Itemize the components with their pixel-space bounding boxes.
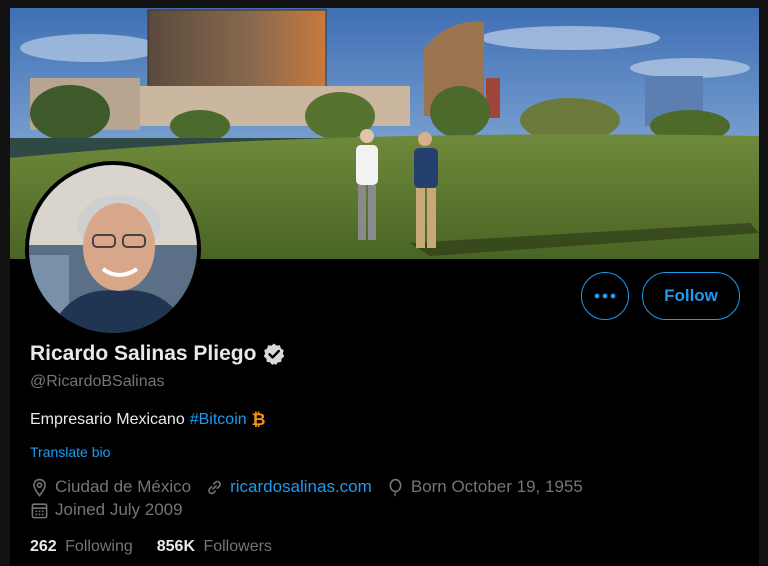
bitcoin-icon: ₿ [251, 410, 266, 429]
location-text: Ciudad de México [55, 477, 192, 496]
followers-link[interactable]: 856K Followers [157, 538, 272, 556]
more-dots-icon [594, 293, 616, 299]
name-row: Ricardo Salinas Pliego [30, 342, 286, 366]
verified-badge-icon [264, 343, 285, 365]
followers-count: 856K [156, 538, 195, 555]
website-link[interactable]: ricardosalinas.com [230, 477, 372, 497]
following-count: 262 [30, 538, 57, 555]
following-link[interactable]: 262 Following [30, 538, 133, 556]
translate-bio-link[interactable]: Translate bio [30, 444, 110, 460]
user-handle: @RicardoBSalinas [30, 373, 165, 390]
website-item: ricardosalinas.com [205, 477, 372, 497]
display-name: Ricardo Salinas Pliego [30, 342, 257, 365]
birthday-text: Born October 19, 1955 [410, 477, 583, 496]
follow-button[interactable]: Follow [642, 272, 740, 320]
following-label: Following [65, 538, 133, 555]
birthday-item: Born October 19, 1955 [386, 477, 583, 497]
bio-hashtag-link[interactable]: #Bitcoin [190, 411, 247, 429]
avatar-image [29, 165, 197, 333]
joined-item: Joined July 2009 [30, 500, 183, 520]
profile-page: Follow Ricardo Salinas Pliego @RicardoBS… [10, 8, 759, 566]
profile-meta-row-joined: Joined July 2009 [30, 500, 197, 520]
profile-avatar[interactable] [25, 161, 201, 337]
followers-label: Followers [203, 538, 272, 555]
profile-bio: Empresario Mexicano #Bitcoin ₿ [30, 410, 266, 430]
more-options-button[interactable] [581, 272, 629, 320]
profile-stats: 262 Following 856K Followers [30, 538, 296, 556]
bio-text: Empresario Mexicano [30, 411, 185, 428]
location-item: Ciudad de México [30, 477, 191, 497]
profile-meta-row: Ciudad de México ricardosalinas.com Born… [30, 477, 597, 497]
link-icon [208, 480, 221, 494]
location-pin-icon [33, 478, 46, 497]
balloon-icon [389, 478, 402, 497]
joined-text: Joined July 2009 [55, 500, 183, 519]
calendar-icon [31, 502, 48, 518]
